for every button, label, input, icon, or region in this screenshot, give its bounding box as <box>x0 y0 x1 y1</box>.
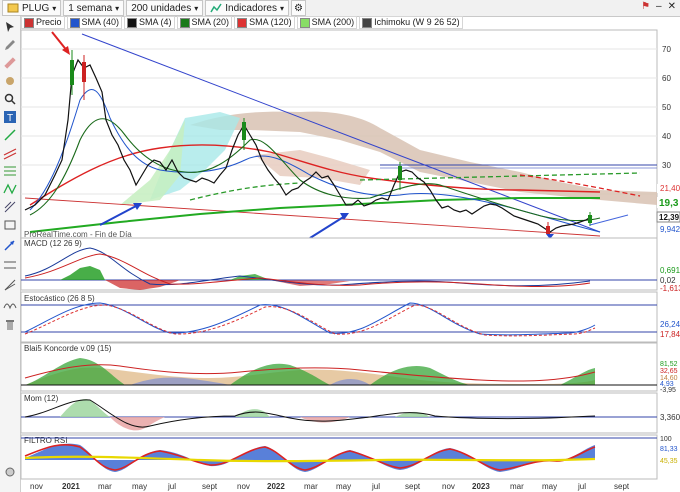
x-tick: 2023 <box>472 482 490 491</box>
x-tick: may <box>132 482 147 491</box>
price-axis: 70 60 50 40 30 <box>662 45 671 170</box>
price-tick: 40 <box>662 132 671 141</box>
price-chart[interactable]: 70 60 50 40 30 21,40 19,3 12,39 9,942 Pr… <box>0 0 680 492</box>
macd-axis-label: -1,613 <box>660 284 680 293</box>
x-tick: mar <box>510 482 524 491</box>
koncorde-axis-label: 81,52 <box>660 361 678 368</box>
rsi-axis-label: 100 <box>660 436 672 443</box>
x-tick: nov <box>237 482 250 491</box>
momentum-axis-label: 3,360 <box>660 413 680 422</box>
x-axis: nov 2021 mar may jul sept nov 2022 mar m… <box>30 482 630 491</box>
macd-title: MACD (12 26 9) <box>24 239 82 248</box>
x-tick: sept <box>202 482 218 491</box>
x-tick: nov <box>30 482 43 491</box>
stochastic-axis: 26,24 17,84 <box>660 320 680 339</box>
x-tick: jul <box>371 482 380 491</box>
candle-body <box>242 122 246 140</box>
x-tick: sept <box>405 482 421 491</box>
koncorde-axis-label: -3,95 <box>660 387 676 394</box>
candle-body <box>546 226 550 234</box>
stochastic-title: Estocástico (26 8 5) <box>24 294 95 303</box>
koncorde-title: Blai5 Koncorde v.09 (15) <box>24 344 112 353</box>
candle-body <box>398 166 402 180</box>
momentum-panel <box>20 392 658 434</box>
rsi-axis: 100 81,33 45,35 <box>660 436 678 465</box>
x-tick: may <box>336 482 351 491</box>
price-tick: 30 <box>662 161 671 170</box>
x-tick: jul <box>577 482 586 491</box>
sma120-value: 21,40 <box>660 184 680 193</box>
macd-axis-label: 0,691 <box>660 266 680 275</box>
x-tick: 2021 <box>62 482 80 491</box>
candle-body <box>588 215 592 223</box>
rsi-axis-label: 81,33 <box>660 446 678 453</box>
x-tick: nov <box>442 482 455 491</box>
momentum-title: Mom (12) <box>24 394 59 403</box>
price-tick: 70 <box>662 45 671 54</box>
x-tick: sept <box>614 482 630 491</box>
rsi-filter-title: FILTRO RSI <box>24 436 67 445</box>
macd-axis: 0,691 0,02 -1,613 <box>660 266 680 293</box>
x-tick: 2022 <box>267 482 285 491</box>
koncorde-axis: 81,52 32,65 14,60 4,93 -3,95 <box>660 361 678 394</box>
last-value-labels: 21,40 19,3 12,39 9,942 <box>656 184 680 234</box>
koncorde-axis-label: 32,65 <box>660 368 678 375</box>
price-tick: 50 <box>662 103 671 112</box>
sma200-value: 19,3 <box>659 198 679 209</box>
x-tick: jul <box>167 482 176 491</box>
stoch-axis-label: 17,84 <box>660 330 680 339</box>
stoch-axis-label: 26,24 <box>660 320 680 329</box>
x-tick: mar <box>304 482 318 491</box>
sma40-value: 9,942 <box>660 225 680 234</box>
rsi-axis-label: 45,35 <box>660 458 678 465</box>
candle-body <box>70 60 74 85</box>
price-tick: 60 <box>662 74 671 83</box>
close-value: 12,39 <box>659 213 680 222</box>
candle-body <box>82 62 86 82</box>
x-tick: mar <box>98 482 112 491</box>
x-tick: may <box>542 482 557 491</box>
